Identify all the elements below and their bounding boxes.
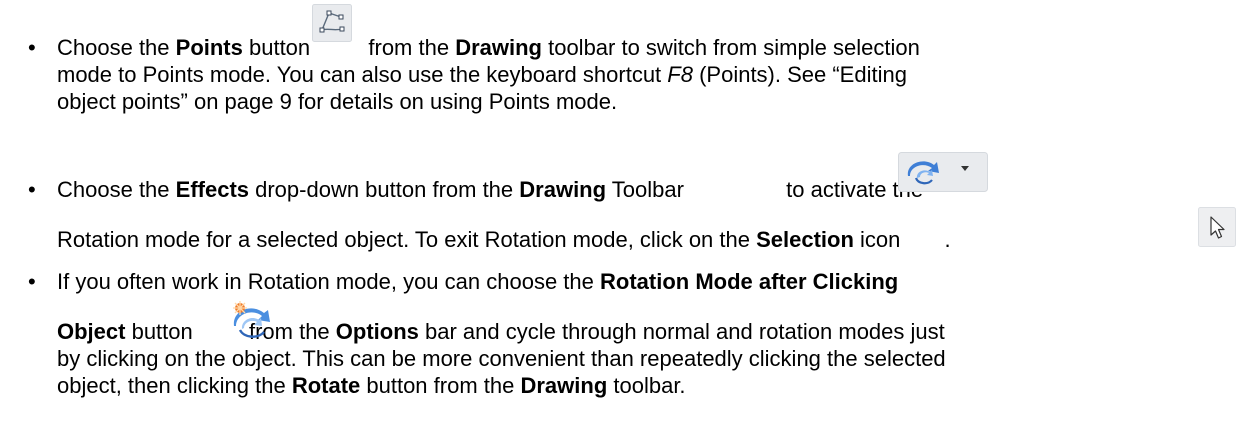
text-run: from the <box>362 35 456 60</box>
text-line: object points” on page 9 for details on … <box>57 88 617 115</box>
text-run: (Points). See “Editing <box>692 62 907 87</box>
text-line: Choose the Points button from the Drawin… <box>57 34 920 61</box>
text-run: . <box>944 227 951 252</box>
text-run: Choose the <box>57 177 176 202</box>
rotate-effects-icon <box>898 152 988 192</box>
bullet-marker: • <box>28 269 36 294</box>
text-line: Choose the Effects drop-down button from… <box>57 176 923 203</box>
points-label: Points <box>175 35 243 60</box>
text-run: Rotation mode for a selected object. To … <box>57 227 757 252</box>
options-bar-label: Options <box>335 319 419 344</box>
selection-label: Selection <box>756 227 854 252</box>
rotate-label: Rotate <box>291 373 361 398</box>
text-run: icon <box>853 227 907 252</box>
text-line: Object button from the Options bar and c… <box>57 318 945 345</box>
rotation-mode-label: Rotation Mode after Clicking <box>600 269 899 294</box>
text-run: by clicking on the object. This can be m… <box>57 346 946 371</box>
text-run: toolbar to switch from simple selection <box>541 35 920 60</box>
text-run: bar and cycle through normal and rotatio… <box>418 319 945 344</box>
text-line: by clicking on the object. This can be m… <box>57 345 946 372</box>
text-line: Rotation mode for a selected object. To … <box>57 226 951 253</box>
text-run: Choose the <box>57 35 176 60</box>
text-run: button from the <box>360 373 521 398</box>
text-run: mode to Points mode. You can also use th… <box>57 62 668 87</box>
text-line: object, then clicking the Rotate button … <box>57 372 686 399</box>
text-run: button <box>242 35 317 60</box>
text-run: object, then clicking the <box>57 373 292 398</box>
rotation-mode-after-clicking-icon <box>233 301 270 338</box>
text-run: toolbar. <box>607 373 686 398</box>
drawing-toolbar-label: Drawing <box>519 177 607 202</box>
document-page: • Choose the Points button from the Draw… <box>0 0 1254 432</box>
object-label: Object <box>57 319 126 344</box>
text-run: Toolbar <box>606 177 691 202</box>
drawing-toolbar-label: Drawing <box>520 373 608 398</box>
text-line: If you often work in Rotation mode, you … <box>57 268 898 295</box>
selection-arrow-icon <box>1198 207 1236 247</box>
text-run: object points” on page 9 for details on … <box>57 89 618 114</box>
text-run: button <box>125 319 199 344</box>
text-run: drop-down button from the <box>249 177 520 202</box>
bullet-marker: • <box>28 177 36 202</box>
shortcut-key: F8 <box>667 62 693 87</box>
text-line: mode to Points mode. You can also use th… <box>57 61 907 88</box>
drawing-toolbar-label: Drawing <box>455 35 542 60</box>
points-mode-icon <box>312 4 352 42</box>
effects-label: Effects <box>175 177 249 202</box>
bullet-marker: • <box>28 35 36 60</box>
text-run: If you often work in Rotation mode, you … <box>57 269 600 294</box>
